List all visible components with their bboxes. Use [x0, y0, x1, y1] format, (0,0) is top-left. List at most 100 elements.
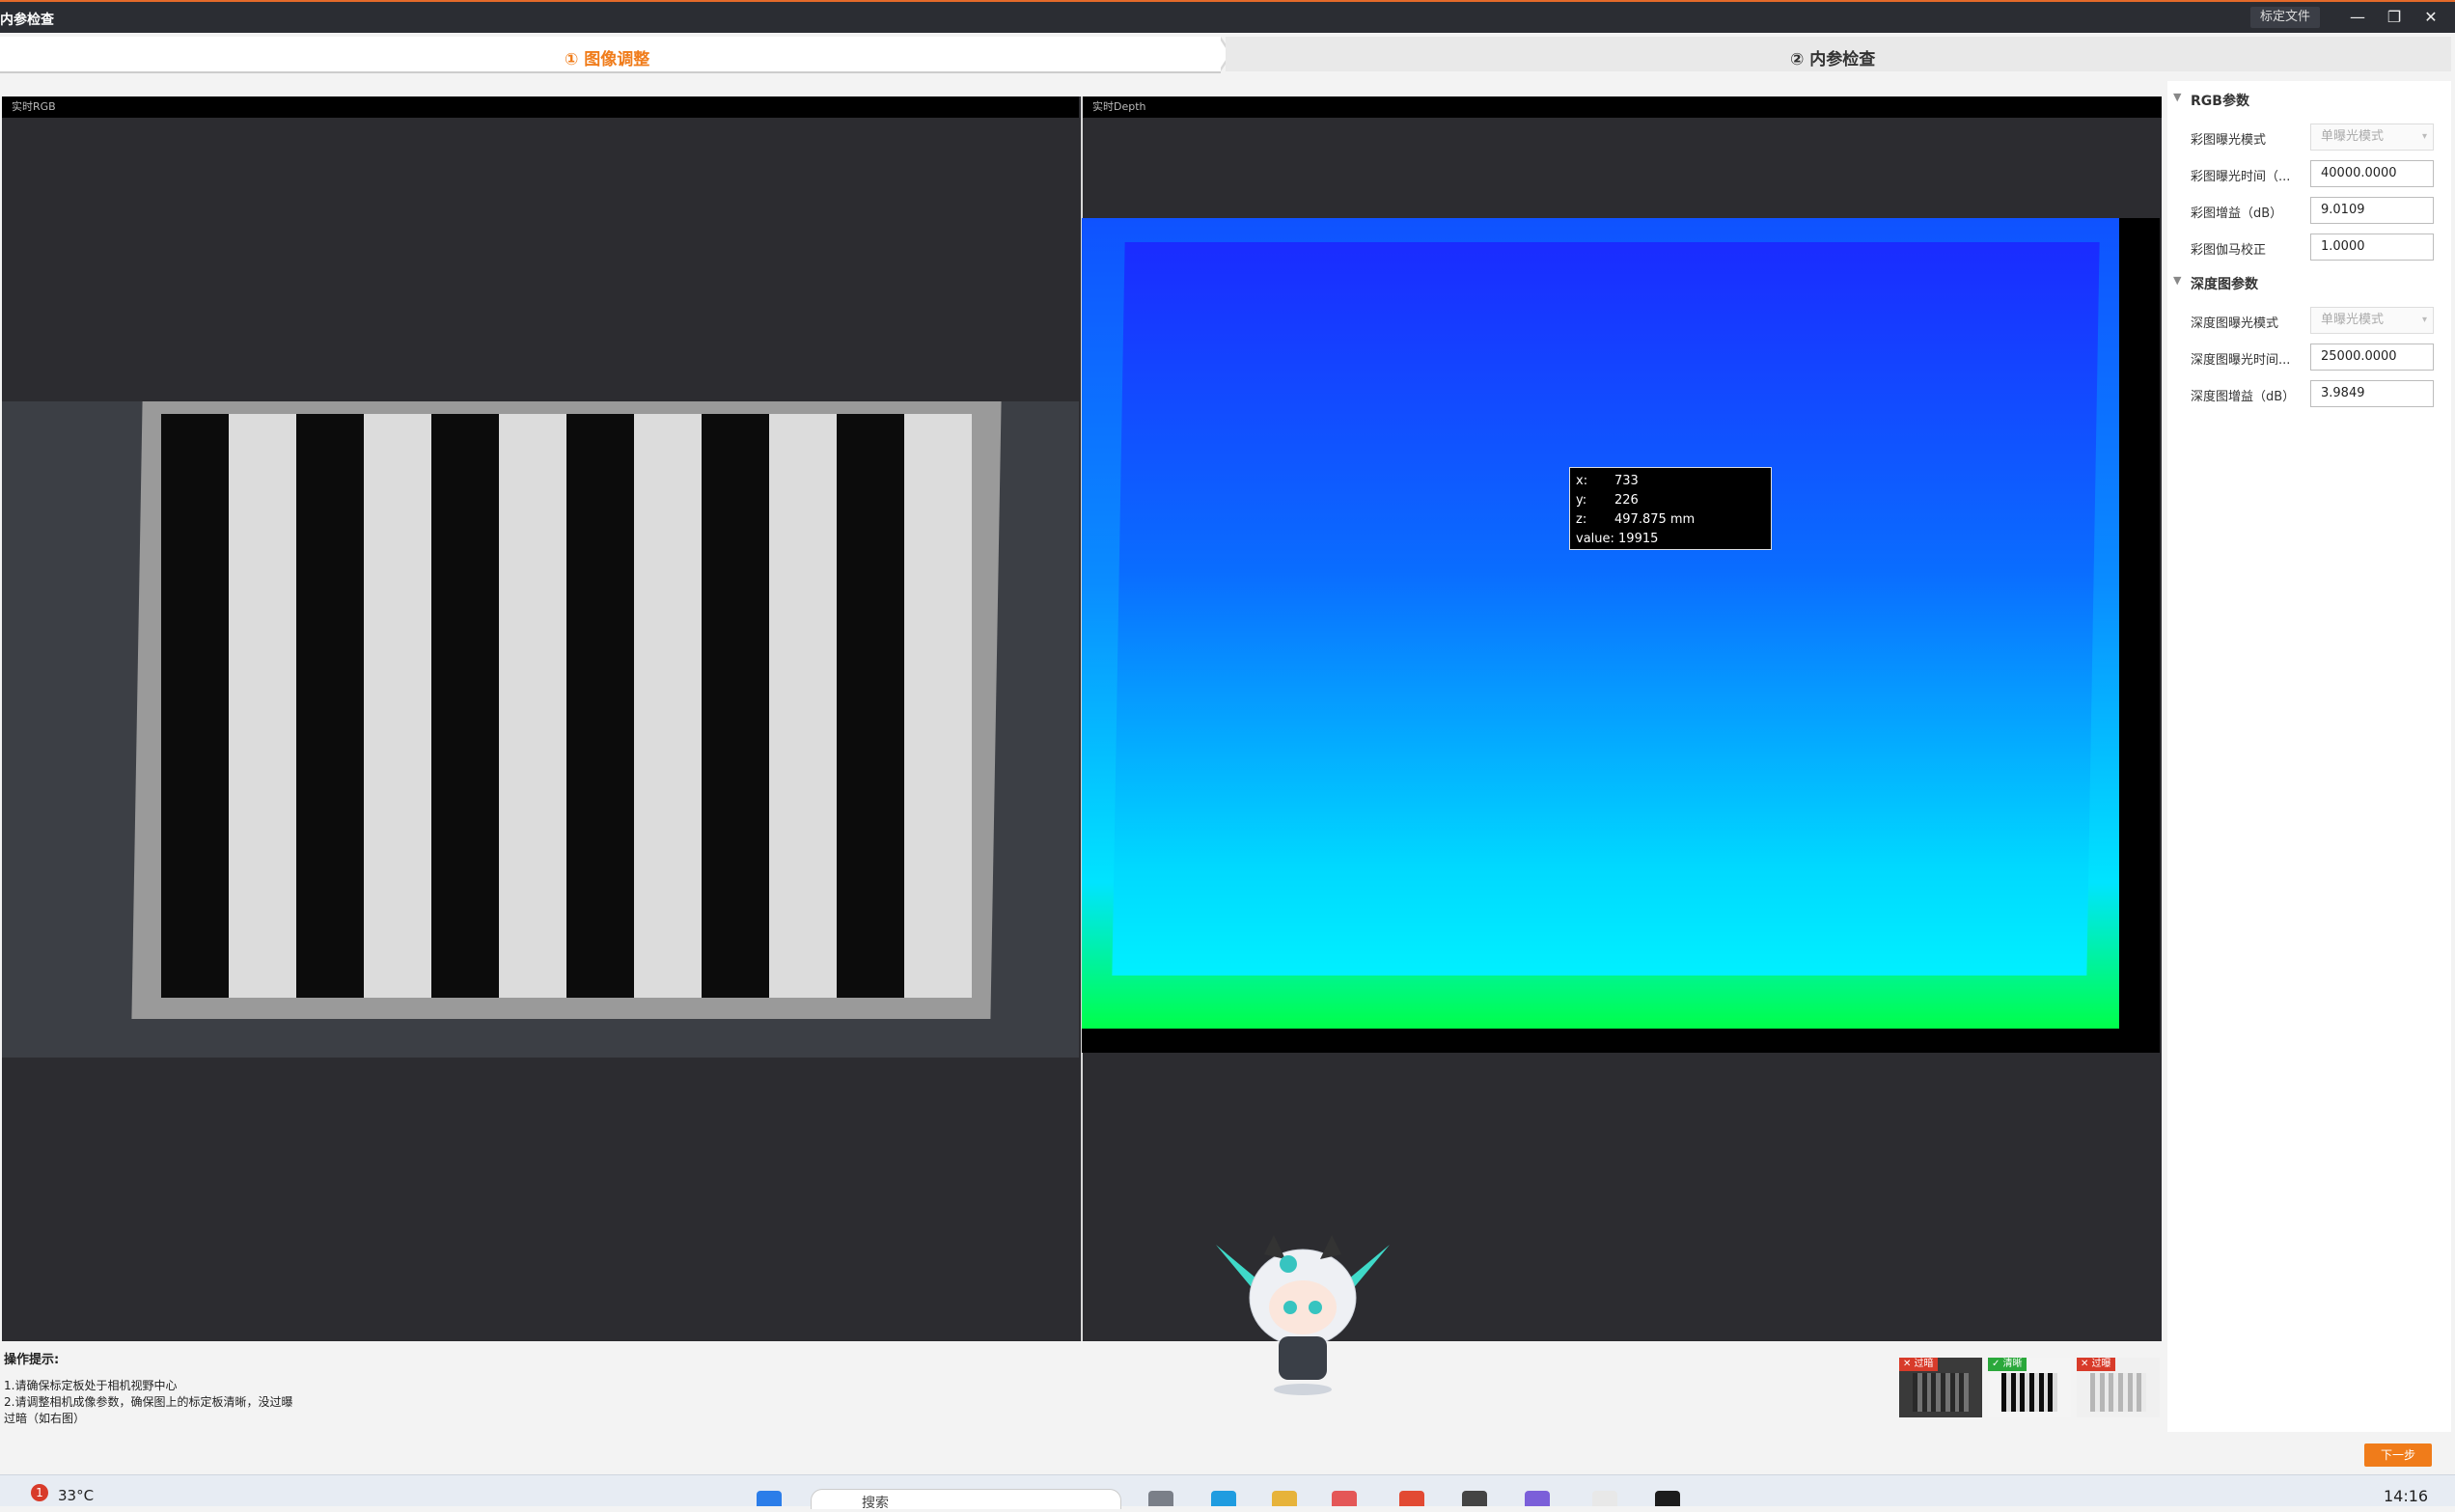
tooltip-z: 497.875 mm — [1614, 512, 1696, 527]
depth-image[interactable] — [1082, 218, 2160, 1053]
taskbar-search[interactable]: 搜索 — [811, 1489, 1121, 1511]
checker-square — [431, 867, 499, 933]
checkerboard — [161, 414, 972, 998]
collapse-icon[interactable]: ▼ — [2173, 274, 2181, 287]
app-icon[interactable] — [1525, 1491, 1550, 1506]
chrome-icon[interactable] — [1399, 1491, 1424, 1506]
checker-square — [431, 479, 499, 544]
hint-line-1: 1.请确保标定板处于相机视野中心 — [4, 1379, 178, 1392]
checker-square — [702, 608, 769, 674]
checker-square — [229, 543, 296, 609]
checker-square — [634, 673, 702, 739]
mascot-sticker — [1216, 1235, 1390, 1395]
checker-square — [634, 543, 702, 609]
checker-square — [904, 414, 972, 480]
checker-square — [364, 738, 431, 804]
checker-square — [161, 932, 229, 998]
weather-widget[interactable]: 33°C — [58, 1487, 94, 1504]
checker-square — [296, 479, 364, 544]
param-input[interactable]: 25000.0000 — [2310, 344, 2434, 371]
collapse-icon[interactable]: ▼ — [2173, 91, 2181, 103]
checker-square — [634, 608, 702, 674]
next-step-button[interactable]: 下一步 — [2364, 1443, 2432, 1467]
active-app-icon[interactable] — [1655, 1491, 1680, 1506]
checker-square — [499, 414, 566, 480]
example-checkerboard — [2090, 1373, 2146, 1412]
depth-params-section[interactable]: ▼ 深度图参数 — [2173, 274, 2258, 293]
checker-square — [702, 803, 769, 868]
minimize-icon[interactable]: — — [2343, 6, 2372, 29]
calib-file-button[interactable]: 标定文件 — [2249, 7, 2320, 28]
param-label: 彩图曝光模式 — [2191, 133, 2267, 148]
checker-square — [364, 543, 431, 609]
checker-square — [431, 673, 499, 739]
checker-square — [431, 414, 499, 480]
checker-square — [161, 608, 229, 674]
checker-square — [769, 867, 837, 933]
checker-square — [229, 738, 296, 804]
checker-square — [296, 803, 364, 868]
checker-square — [431, 608, 499, 674]
checker-square — [837, 673, 904, 739]
checker-square — [161, 479, 229, 544]
checker-square — [364, 867, 431, 933]
edge-icon[interactable] — [1211, 1491, 1236, 1506]
checker-square — [769, 608, 837, 674]
checker-square — [837, 867, 904, 933]
file-explorer-icon[interactable] — [1272, 1491, 1297, 1506]
checker-square — [566, 543, 634, 609]
checker-square — [769, 414, 837, 480]
checker-square — [769, 932, 837, 998]
calibration-board — [161, 414, 972, 998]
checker-square — [702, 543, 769, 609]
checker-square — [499, 738, 566, 804]
restore-icon[interactable]: ❐ — [2380, 6, 2409, 29]
app-icon[interactable] — [1332, 1491, 1357, 1506]
example-overexposed: ✕ 过曝 — [2077, 1358, 2160, 1417]
param-input[interactable]: 1.0000 — [2310, 234, 2434, 261]
exposure-mode-select[interactable]: 单曝光模式 ▾ — [2310, 124, 2434, 151]
param-input[interactable]: 9.0109 — [2310, 197, 2434, 224]
checker-square — [837, 479, 904, 544]
checker-square — [634, 932, 702, 998]
example-clear: ✓ 清晰 — [1988, 1358, 2071, 1417]
checker-square — [769, 738, 837, 804]
checker-square — [229, 673, 296, 739]
checker-square — [904, 803, 972, 868]
checker-square — [904, 608, 972, 674]
checker-square — [2053, 1407, 2057, 1412]
checker-square — [431, 738, 499, 804]
checker-square — [634, 479, 702, 544]
checker-square — [229, 803, 296, 868]
step1-label: ① 图像调整 — [565, 50, 650, 69]
checker-square — [161, 803, 229, 868]
start-icon[interactable] — [757, 1491, 782, 1506]
rgb-params-section[interactable]: ▼ RGB参数 — [2173, 91, 2249, 110]
example-tag: ✕ 过曝 — [2077, 1358, 2115, 1371]
example-checkerboard — [1913, 1373, 1969, 1412]
chatgpt-icon[interactable] — [1462, 1491, 1487, 1506]
param-label: 深度图曝光模式 — [2191, 316, 2279, 331]
exposure-mode-select[interactable]: 单曝光模式 ▾ — [2310, 307, 2434, 334]
checker-square — [837, 608, 904, 674]
app-icon[interactable] — [1592, 1491, 1617, 1506]
example-tag: ✕ 过暗 — [1899, 1358, 1938, 1371]
step-indicator: ① 图像调整 ② 内参检查 — [0, 37, 2451, 73]
close-icon[interactable]: ✕ — [2416, 6, 2445, 29]
param-input[interactable]: 3.9849 — [2310, 380, 2434, 407]
checker-square — [566, 479, 634, 544]
rgb-image[interactable] — [2, 401, 1079, 1058]
tooltip-value: 19915 — [1618, 532, 1659, 546]
checker-square — [229, 414, 296, 480]
checker-square — [364, 932, 431, 998]
task-view-icon[interactable] — [1148, 1491, 1173, 1506]
param-input[interactable]: 40000.0000 — [2310, 160, 2434, 187]
rgb-panel-header: 实时RGB — [2, 96, 1079, 118]
checker-square — [364, 608, 431, 674]
checker-square — [837, 803, 904, 868]
checker-square — [634, 867, 702, 933]
checker-square — [702, 738, 769, 804]
checker-square — [161, 673, 229, 739]
checker-square — [229, 867, 296, 933]
checker-square — [364, 673, 431, 739]
